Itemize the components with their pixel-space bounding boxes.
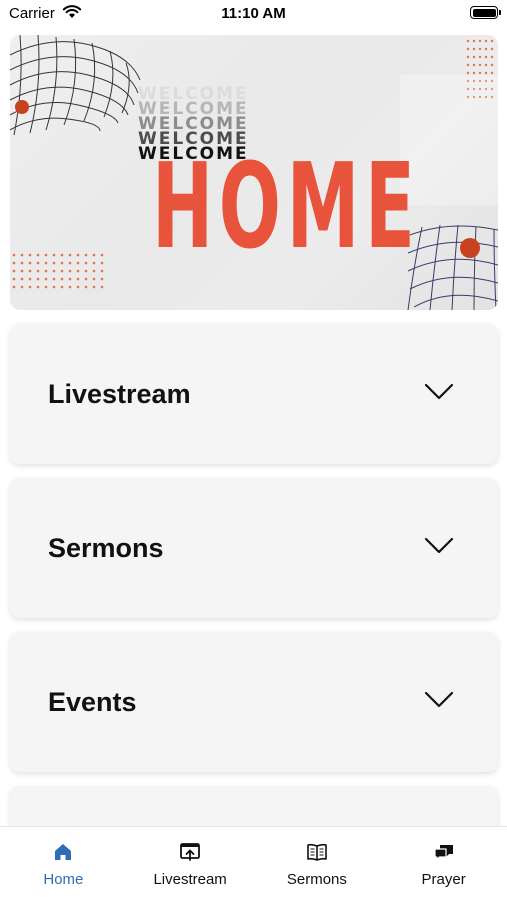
- book-icon: [307, 843, 327, 861]
- accordion-label: Livestream: [48, 378, 191, 409]
- accordion-livestream[interactable]: Livestream: [10, 324, 498, 464]
- banner-title: HOME: [152, 137, 421, 275]
- tab-label: Home: [43, 871, 84, 888]
- tab-label: Livestream: [153, 871, 227, 888]
- accordion-label: Events: [48, 686, 137, 717]
- dot-pattern-bottom-left: [12, 253, 104, 289]
- tab-label: Sermons: [286, 871, 347, 888]
- chevron-down-icon[interactable]: [424, 537, 454, 555]
- livestream-icon: [180, 843, 201, 861]
- status-bar: Carrier 11:10 AM: [0, 0, 507, 30]
- chevron-down-icon[interactable]: [424, 691, 454, 709]
- accordion-events[interactable]: Events: [10, 632, 498, 772]
- tab-bar: Home Livestream Sermons Prayer: [0, 826, 507, 900]
- wire-grid-top-left: [10, 35, 141, 136]
- welcome-home-banner: WELCOME WELCOME WELCOME WELCOME WELCOME …: [10, 35, 498, 310]
- tab-livestream[interactable]: Livestream: [127, 827, 254, 900]
- accordion-label: Sermons: [48, 532, 164, 563]
- tab-home[interactable]: Home: [0, 827, 127, 900]
- wire-grid-bottom-right: [407, 224, 498, 310]
- tab-prayer[interactable]: Prayer: [380, 827, 507, 900]
- battery-icon: [470, 6, 501, 19]
- chat-bubbles-icon: [434, 845, 453, 861]
- home-icon: [55, 844, 72, 860]
- accordion-sermons[interactable]: Sermons: [10, 478, 498, 618]
- chevron-down-icon[interactable]: [424, 383, 454, 401]
- tab-label: Prayer: [421, 871, 466, 888]
- tab-sermons[interactable]: Sermons: [254, 827, 381, 900]
- status-time: 11:10 AM: [221, 5, 286, 22]
